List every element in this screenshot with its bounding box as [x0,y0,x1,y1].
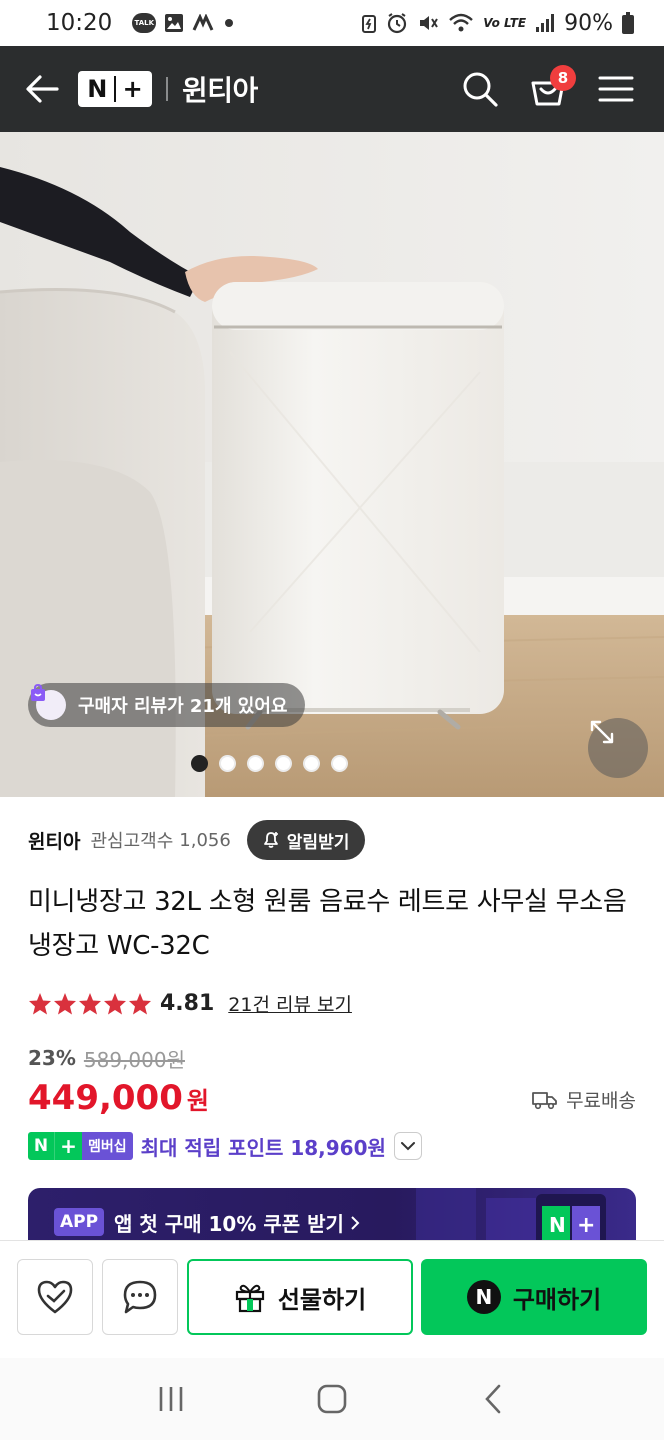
carousel-dot[interactable] [330,755,348,772]
carousel-dot[interactable] [190,755,208,772]
status-time: 10:20 [46,10,113,36]
system-back-button[interactable] [463,1369,523,1429]
star-icon [29,992,51,1014]
notification-dot-icon [224,18,234,28]
search-button[interactable] [460,69,500,109]
back-arrow-icon [26,75,59,103]
discount-rate: 23% [28,1046,76,1070]
cart-count-badge: 8 [550,65,576,91]
point-expand-button[interactable] [393,1132,422,1160]
gallery-icon [164,13,184,33]
shipping-label: 무료배송 [566,1090,636,1112]
carousel-dot[interactable] [246,755,264,772]
star-icon [79,992,101,1014]
fav-customers-count: 1,056 [179,829,231,851]
app-banner-text: 앱 첫 구매 10% 쿠폰 받기 [114,1208,360,1237]
system-nav-bar [0,1358,664,1440]
discount-row: 23% 589,000원 [28,1040,185,1076]
price-row: 449,000 원 [28,1078,209,1124]
carousel-dots [0,755,664,772]
battery-saver-icon [361,13,377,33]
svg-text:N: N [549,1213,566,1237]
talktalk-button[interactable] [102,1259,178,1335]
svg-text:+: + [577,1213,595,1238]
store-info-row: 윈티아 관심고객수 1,056 알림받기 [28,820,366,860]
purchase-action-bar: 선물하기 N 구매하기 [0,1240,664,1358]
gift-icon [235,1284,264,1313]
store-name[interactable]: 윈티아 [28,827,80,854]
original-price: 589,000원 [83,1047,185,1072]
cart-button[interactable]: 8 [528,65,576,109]
bell-plus-icon [263,832,278,848]
recent-apps-button[interactable] [141,1369,201,1429]
wifi-icon [448,12,474,34]
product-image-carousel[interactable]: 구매자 리뷰가 21개 있어요 [0,132,664,797]
product-page: 10:20 TALK Vo LTE 90% N + 윈티아 8 구매자 리뷰가 … [0,0,664,1440]
star-icon [129,992,151,1014]
header-divider [166,77,168,101]
home-icon [317,1384,347,1414]
gift-label: 선물하기 [277,1285,367,1314]
alarm-icon [386,12,408,34]
signal-app-icon [192,14,216,32]
banner-decoration: N + [416,1188,606,1248]
review-count-pill[interactable]: 구매자 리뷰가 21개 있어요 [28,683,306,727]
wishlist-button[interactable] [17,1259,93,1335]
search-icon [463,72,498,107]
fav-customers-label: 관심고객수 [90,831,174,852]
mute-icon [417,12,439,34]
alarm-label: 알림받기 [286,832,350,853]
truck-icon [532,1091,557,1109]
app-banner-label: 앱 첫 구매 10% 쿠폰 받기 [114,1212,344,1236]
star-icon [104,992,126,1014]
shipping-info: 무료배송 [532,1086,636,1113]
status-bar: 10:20 TALK Vo LTE 90% [0,0,664,46]
recent-apps-icon [159,1387,182,1411]
chevron-down-icon [400,1142,415,1151]
nplus-membership-tag: N + 멤버십 [28,1132,133,1160]
chevron-right-icon [351,1215,360,1230]
sale-price: 449,000 [28,1078,183,1118]
review-link[interactable]: 21건 리뷰 보기 [228,990,352,1017]
heart-check-icon [37,1280,73,1314]
app-tag: APP [54,1208,105,1236]
buy-button[interactable]: N 구매하기 [421,1259,647,1335]
shopping-bag-icon [31,683,66,720]
rating-stars [28,992,152,1015]
buy-label: 구매하기 [512,1285,602,1314]
naver-plus-logo[interactable]: N + [78,71,152,107]
naverpay-n-icon: N [466,1280,501,1314]
rating-value: 4.81 [160,990,215,1016]
max-point-text: 최대 적립 포인트 18,960원 [140,1135,386,1160]
product-title: 미니냉장고 32L 소형 원룸 음료수 레트로 사무실 무소음 냉장고 WC-3… [28,887,627,961]
review-pill-text: 구매자 리뷰가 21개 있어요 [78,696,288,717]
chat-bubble-icon [123,1280,157,1314]
currency-unit: 원 [186,1087,209,1115]
app-header: N + 윈티아 8 [0,46,664,132]
menu-icon [598,76,634,102]
alarm-subscribe-button[interactable]: 알림받기 [246,820,366,860]
header-store-name[interactable]: 윈티아 [182,69,258,109]
volte-icon: Vo LTE [483,16,527,30]
chevron-left-icon [485,1384,501,1414]
membership-label: 멤버십 [82,1132,133,1160]
kakaotalk-icon: TALK [132,13,157,33]
menu-button[interactable] [596,69,636,109]
expand-icon [590,720,614,744]
back-button[interactable] [22,69,62,109]
battery-icon [622,12,634,34]
carousel-dot[interactable] [274,755,292,772]
battery-percent: 90% [564,10,613,36]
rating-row: 4.81 21건 리뷰 보기 [28,986,352,1020]
cell-signal-icon [535,13,555,33]
gift-button[interactable]: 선물하기 [187,1259,413,1335]
star-icon [54,992,76,1014]
home-button[interactable] [302,1369,362,1429]
carousel-dot[interactable] [218,755,236,772]
point-row: N + 멤버십 최대 적립 포인트 18,960원 [28,1130,422,1162]
app-coupon-banner[interactable]: N + APP 앱 첫 구매 10% 쿠폰 받기 [28,1188,636,1248]
carousel-dot[interactable] [302,755,320,772]
